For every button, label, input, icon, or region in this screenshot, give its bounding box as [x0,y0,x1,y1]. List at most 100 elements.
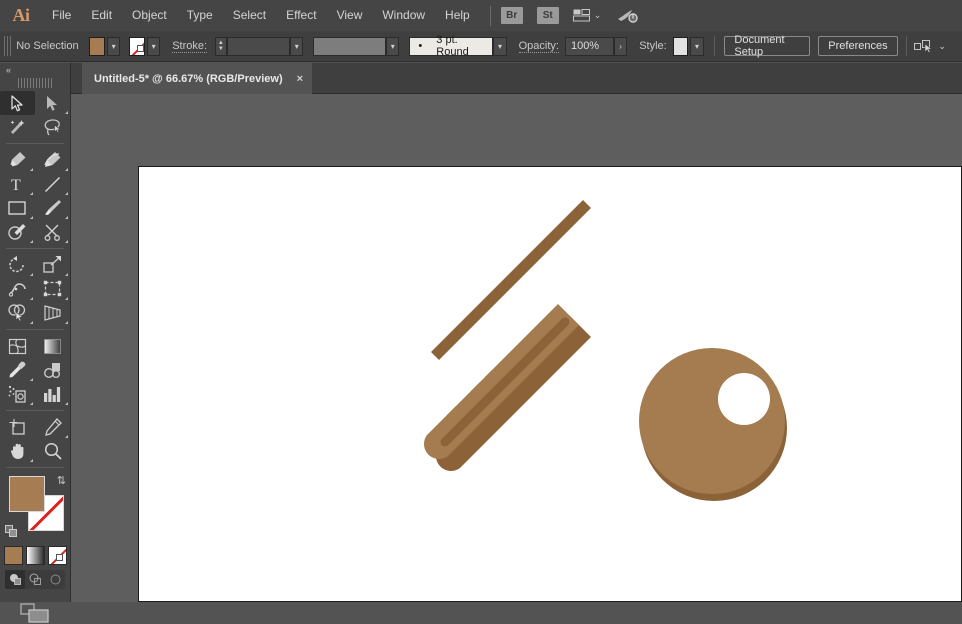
control-bar-grip[interactable] [4,36,11,56]
mesh-tool[interactable] [0,334,35,358]
canvas-area[interactable] [71,94,962,602]
color-mode-row [0,546,70,565]
menu-divider [490,6,491,26]
fill-color-swatch[interactable] [89,37,105,56]
brush-bullet-icon: • [418,40,422,52]
tools-panel: « [0,63,71,602]
shape-builder-tool[interactable] [0,301,35,325]
menu-select[interactable]: Select [223,0,276,31]
stock-button[interactable]: St [537,7,559,24]
gradient-tool[interactable] [35,334,70,358]
stroke-weight-chevron-down-icon[interactable]: ▾ [290,37,303,56]
menu-effect[interactable]: Effect [276,0,326,31]
svg-text:T: T [11,177,21,193]
style-chevron-down-icon[interactable]: ▾ [690,37,703,56]
width-tool[interactable] [0,277,35,301]
fill-swatch-large[interactable] [9,476,45,512]
key-bow-hole [718,373,770,425]
menu-window[interactable]: Window [372,0,435,31]
hand-tool[interactable] [0,439,35,463]
blend-tool[interactable] [35,358,70,382]
rocket-icon[interactable] [617,8,639,24]
drawing-modes [5,570,65,589]
menu-view[interactable]: View [327,0,373,31]
brush-definition-field[interactable]: • 3 pt. Round [409,37,493,56]
free-transform-tool[interactable] [35,277,70,301]
menu-type[interactable]: Type [177,0,223,31]
default-fill-stroke-icon[interactable] [5,525,18,538]
shaper-tool[interactable] [0,220,35,244]
type-tool[interactable]: T [0,172,35,196]
menu-file[interactable]: File [42,0,81,31]
key-bow [639,348,785,494]
color-mode-button[interactable] [4,546,23,565]
screen-mode-button[interactable] [0,603,70,624]
selection-tool[interactable] [0,91,35,115]
magic-wand-tool[interactable] [0,115,35,139]
brush-definition-value: 3 pt. Round [436,34,484,58]
menu-object[interactable]: Object [122,0,177,31]
arrange-chevron-down-icon[interactable]: ⌄ [594,10,602,21]
key-artwork [424,200,787,501]
draw-behind-button[interactable] [25,570,45,589]
tools-grid: T [0,91,70,463]
none-mode-button[interactable] [48,546,67,565]
collapse-panel-icon[interactable]: « [6,65,10,75]
lasso-tool[interactable] [35,115,70,139]
align-chevron-down-icon[interactable]: ⌄ [938,41,946,52]
bridge-button[interactable]: Br [501,7,523,24]
swap-fill-stroke-icon[interactable]: ⇅ [57,474,66,487]
menu-bar: Ai File Edit Object Type Select Effect V… [0,0,962,31]
symbol-sprayer-tool[interactable] [0,382,35,406]
style-label: Style: [639,40,667,52]
pen-tool[interactable] [0,148,35,172]
graphic-style-swatch[interactable] [673,37,689,56]
curvature-tool[interactable] [35,148,70,172]
stroke-weight-stepper[interactable]: ▲▼ [215,37,227,56]
stroke-label: Stroke: [172,40,207,53]
scissors-tool[interactable] [35,220,70,244]
selection-status: No Selection [16,40,85,52]
opacity-arrow-icon[interactable]: › [614,37,627,56]
fill-stroke-widget: ⇅ [0,472,70,544]
fill-dropdown-chevron-down-icon[interactable]: ▾ [107,37,120,56]
draw-inside-button[interactable] [45,570,65,589]
stroke-dropdown-chevron-down-icon[interactable]: ▾ [147,37,160,56]
slice-tool[interactable] [35,415,70,439]
eyedropper-tool[interactable] [0,358,35,382]
document-setup-button[interactable]: Document Setup [724,36,810,56]
tools-panel-grip[interactable] [18,78,52,88]
document-tab-bar: Untitled-5* @ 66.67% (RGB/Preview) × [71,63,962,94]
menu-edit[interactable]: Edit [81,0,122,31]
draw-normal-button[interactable] [5,570,25,589]
arrange-documents-icon[interactable] [573,9,590,22]
rotate-tool[interactable] [0,253,35,277]
document-tab-title: Untitled-5* @ 66.67% (RGB/Preview) [94,73,283,85]
stroke-color-swatch[interactable] [129,37,145,56]
line-segment-tool[interactable] [35,172,70,196]
align-objects-icon[interactable] [914,39,934,53]
control-bar: No Selection ▾ ▾ Stroke: ▲▼ ▾ ▾ • 3 pt. … [0,31,962,62]
column-graph-tool[interactable] [35,382,70,406]
menu-help[interactable]: Help [435,0,480,31]
gradient-mode-button[interactable] [26,546,45,565]
opacity-input[interactable]: 100% [565,37,614,56]
stroke-weight-field[interactable] [227,37,290,56]
paintbrush-tool[interactable] [35,196,70,220]
preferences-button[interactable]: Preferences [818,36,897,56]
tools-panel-header: « [0,63,70,77]
zoom-tool[interactable] [35,439,70,463]
brush-chevron-down-icon[interactable]: ▾ [493,37,506,56]
stroke-profile-swatch[interactable] [313,37,386,56]
document-tab[interactable]: Untitled-5* @ 66.67% (RGB/Preview) × [82,63,312,94]
app-logo: Ai [0,0,42,31]
stroke-profile-chevron-down-icon[interactable]: ▾ [386,37,399,56]
scale-tool[interactable] [35,253,70,277]
close-icon[interactable]: × [297,73,303,85]
rectangle-tool[interactable] [0,196,35,220]
direct-selection-tool[interactable] [35,91,70,115]
artboard-tool[interactable] [0,415,35,439]
key-illustration[interactable] [71,94,962,602]
opacity-label: Opacity: [519,40,559,53]
perspective-grid-tool[interactable] [35,301,70,325]
